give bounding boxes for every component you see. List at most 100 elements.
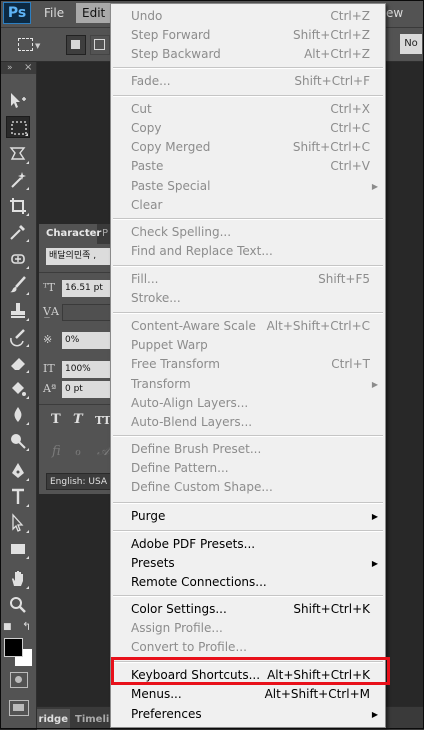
highlight-annotation [111, 657, 390, 685]
eraser-tool-icon[interactable] [6, 352, 30, 374]
menu-item-stroke[interactable]: Stroke... [112, 289, 384, 308]
healing-brush-tool-icon[interactable] [6, 248, 30, 270]
kerning-field[interactable] [62, 304, 111, 321]
new-selection-button[interactable] [66, 35, 86, 55]
rectangular-marquee-tool-icon[interactable] [6, 116, 30, 138]
menu-item-step-backward[interactable]: Step Backward Alt+Ctrl+Z [112, 45, 384, 64]
menu-item-content-aware-scale[interactable]: Content-Aware Scale Alt+Shift+Ctrl+C [112, 317, 384, 336]
menu-item-presets[interactable]: Presets ▶ [112, 554, 384, 573]
menu-item-copy[interactable]: Copy Ctrl+C [112, 119, 384, 138]
menu-item-color-settings[interactable]: Color Settings... Shift+Ctrl+K [112, 600, 384, 619]
menu-item-menus[interactable]: Menus... Alt+Shift+Ctrl+M [112, 685, 384, 704]
swap-colors-icon[interactable]: ↰ [22, 620, 31, 633]
close-icon[interactable]: × [24, 62, 32, 74]
pen-tool-icon[interactable] [6, 460, 30, 482]
menu-item-purge[interactable]: Purge ▶ [112, 507, 384, 526]
menu-item-fill[interactable]: Fill... Shift+F5 [112, 270, 384, 289]
swash-icon[interactable]: 𝒜 [97, 444, 109, 459]
language-select[interactable]: English: USA [46, 473, 111, 490]
menu-item-define-pattern[interactable]: Define Pattern... [112, 459, 384, 478]
default-colors-icon[interactable]: ■ [3, 622, 12, 632]
menu-edit[interactable]: Edit [76, 3, 112, 23]
clone-stamp-tool-icon[interactable] [6, 300, 30, 322]
font-family-select[interactable]: 배달의민족 , [46, 248, 111, 265]
menu-item-auto-align-layers[interactable]: Auto-Align Layers... [112, 394, 384, 413]
dodge-tool-icon[interactable] [6, 430, 30, 452]
screen-mode-icon[interactable] [9, 700, 29, 716]
tab-character[interactable]: Character [39, 224, 101, 244]
menu-item-remote-connections[interactable]: Remote Connections... [112, 573, 384, 592]
dropdown-arrow-icon: ▼ [35, 42, 41, 50]
quick-mask-icon[interactable] [10, 672, 28, 688]
type-tool-icon[interactable] [6, 486, 30, 508]
menu-item-assign-profile[interactable]: Assign Profile... [112, 619, 384, 638]
tool-preset-picker[interactable]: ▼ [18, 36, 40, 52]
add-to-selection-button[interactable] [90, 35, 110, 55]
paint-bucket-tool-icon[interactable] [6, 378, 30, 400]
menu-item-shortcut: Ctrl+T [331, 357, 370, 371]
move-tool-icon[interactable] [6, 90, 30, 112]
menu-item-paste[interactable]: Paste Ctrl+V [112, 157, 384, 176]
style-select[interactable]: No [400, 34, 422, 54]
zoom-tool-icon[interactable] [6, 594, 30, 616]
vertical-scale-field[interactable]: 100% [62, 361, 111, 378]
menu-item-free-transform[interactable]: Free Transform Ctrl+T [112, 355, 384, 374]
lasso-tool-icon[interactable] [6, 143, 30, 165]
menu-item-transform[interactable]: Transform ▶ [112, 375, 384, 394]
menu-item-undo[interactable]: Undo Ctrl+Z [112, 7, 384, 26]
menu-item-step-forward[interactable]: Step Forward Shift+Ctrl+Z [112, 26, 384, 45]
kerning-icon: V̲A [43, 305, 59, 318]
menu-item-clear[interactable]: Clear [112, 196, 384, 215]
expand-panel-icon[interactable]: » [7, 62, 13, 74]
menu-item-fade[interactable]: Fade... Shift+Ctrl+F [112, 72, 384, 91]
magic-wand-tool-icon[interactable] [6, 169, 30, 191]
ligature-icon[interactable]: fi [52, 444, 61, 459]
menu-item-auto-blend-layers[interactable]: Auto-Blend Layers... [112, 413, 384, 432]
menu-item-label: Auto-Align Layers... [131, 396, 249, 410]
blur-tool-icon[interactable] [6, 404, 30, 426]
menu-view[interactable]: ew [382, 3, 424, 23]
menu-item-label: Copy [131, 121, 162, 135]
oldstyle-icon[interactable]: ℴ [75, 444, 81, 459]
menu-item-define-custom-shape[interactable]: Define Custom Shape... [112, 478, 384, 497]
menu-item-check-spelling[interactable]: Check Spelling... [112, 223, 384, 242]
tab-mini-bridge[interactable]: ridge [37, 709, 70, 730]
menu-item-label: Transform [131, 377, 191, 391]
path-selection-tool-icon[interactable] [6, 512, 30, 534]
edit-menu-dropdown: Undo Ctrl+Z Step Forward Shift+Ctrl+Z Step B… [110, 3, 386, 728]
menu-separator [113, 595, 383, 597]
menu-item-convert-to-profile[interactable]: Convert to Profile... [112, 638, 384, 657]
hand-tool-icon[interactable] [6, 568, 30, 590]
crop-tool-icon[interactable] [6, 195, 30, 217]
menu-item-paste-special[interactable]: Paste Special ▶ [112, 177, 384, 196]
menu-item-copy-merged[interactable]: Copy Merged Shift+Ctrl+C [112, 138, 384, 157]
tab-timeline[interactable]: Timeline [75, 709, 113, 730]
menu-item-preferences[interactable]: Preferences ▶ [112, 705, 384, 724]
faux-italic-icon[interactable]: T [73, 412, 83, 427]
menu-item-label: Step Backward [131, 47, 221, 61]
menu-item-adobe-pdf-presets[interactable]: Adobe PDF Presets... [112, 535, 384, 554]
menu-item-label: Stroke... [131, 291, 181, 305]
rectangle-tool-icon[interactable] [6, 538, 30, 560]
baseline-shift-field[interactable]: 0 pt [62, 381, 111, 398]
history-brush-tool-icon[interactable] [6, 326, 30, 348]
menu-file[interactable]: File [40, 3, 68, 23]
brush-tool-icon[interactable] [6, 274, 30, 296]
menu-item-find-and-replace-text[interactable]: Find and Replace Text... [112, 242, 384, 261]
menu-item-label: Remote Connections... [131, 575, 267, 589]
faux-bold-icon[interactable]: T [51, 412, 61, 427]
eyedropper-tool-icon[interactable] [6, 221, 30, 243]
font-size-field[interactable]: 16.51 pt [62, 280, 111, 297]
tsume-field[interactable]: 0% [62, 332, 111, 349]
menu-item-puppet-warp[interactable]: Puppet Warp [112, 336, 384, 355]
menu-item-label: Paste Special [131, 179, 211, 193]
menu-item-cut[interactable]: Cut Ctrl+X [112, 100, 384, 119]
photoshop-logo: Ps [3, 2, 31, 24]
menu-item-shortcut: Shift+Ctrl+F [294, 74, 370, 88]
foreground-color-swatch[interactable] [4, 638, 23, 657]
menu-item-shortcut: Alt+Shift+Ctrl+C [266, 319, 370, 333]
menu-separator [113, 265, 383, 267]
menu-separator [113, 530, 383, 532]
all-caps-icon[interactable]: TT [95, 414, 111, 427]
menu-item-define-brush-preset[interactable]: Define Brush Preset... [112, 440, 384, 459]
